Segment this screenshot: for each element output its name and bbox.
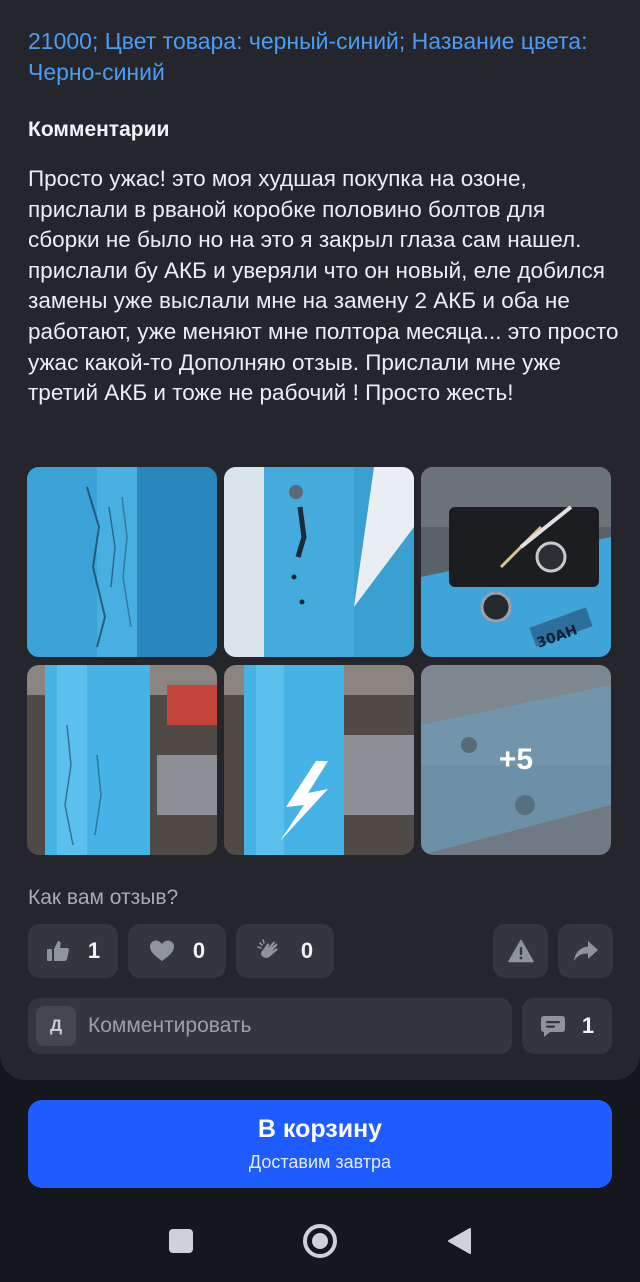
blue-frame-lightning-logo-image [224, 665, 414, 855]
add-to-cart-button[interactable]: В корзину Доставим завтра [28, 1100, 612, 1188]
clapping-hands-icon [257, 939, 278, 958]
review-photo-2[interactable] [224, 467, 414, 657]
review-card: 21000; Цвет товара: черный-синий; Назван… [0, 0, 640, 1080]
review-comment-text: Просто ужас! это моя худшая покупка на о… [28, 166, 619, 406]
blue-frame-bolt-image [224, 467, 414, 657]
like-count: 1 [87, 938, 101, 963]
blue-frame-closeup-image [27, 665, 217, 855]
heart-count: 0 [192, 938, 206, 963]
clap-button[interactable]: 0 [236, 924, 334, 978]
product-variant-info[interactable]: 21000; Цвет товара: черный-синий; Назван… [28, 26, 618, 88]
heart-icon [149, 940, 174, 961]
report-button[interactable] [493, 924, 548, 978]
like-button[interactable]: 1 [28, 924, 118, 978]
blue-frame-scratches-image [27, 467, 217, 657]
review-photo-5[interactable] [224, 665, 414, 855]
nav-square-icon[interactable] [168, 1228, 194, 1254]
more-photos-counter[interactable]: +5 [421, 665, 611, 855]
review-photo-4[interactable] [27, 665, 217, 855]
system-navigation-bar [0, 1206, 640, 1282]
share-icon [573, 941, 598, 961]
feedback-question: Как вам отзыв? [28, 886, 179, 909]
comment-field[interactable]: Д [28, 998, 512, 1054]
review-photo-1[interactable] [27, 467, 217, 657]
warning-icon [507, 939, 534, 963]
comment-replies-button[interactable]: 1 [522, 998, 612, 1054]
replies-count: 1 [581, 1013, 595, 1038]
nav-back-icon[interactable] [446, 1227, 472, 1255]
comments-title: Комментарии [28, 118, 170, 141]
heart-button[interactable]: 0 [128, 924, 226, 978]
clap-count: 0 [300, 938, 314, 963]
thumbs-up-icon [46, 941, 69, 961]
chat-bubble-icon [540, 1016, 565, 1037]
share-button[interactable] [558, 924, 613, 978]
delivery-info: Доставим завтра [248, 1152, 392, 1172]
comment-input[interactable] [88, 998, 498, 1054]
add-to-cart-label: В корзину [257, 1115, 383, 1143]
battery-with-keys-image: 30AH [421, 467, 611, 657]
avatar: Д [36, 1006, 76, 1046]
review-photo-6[interactable]: +5 [421, 665, 611, 855]
review-photo-3[interactable]: 30AH [421, 467, 611, 657]
nav-circle-icon[interactable] [302, 1223, 338, 1259]
